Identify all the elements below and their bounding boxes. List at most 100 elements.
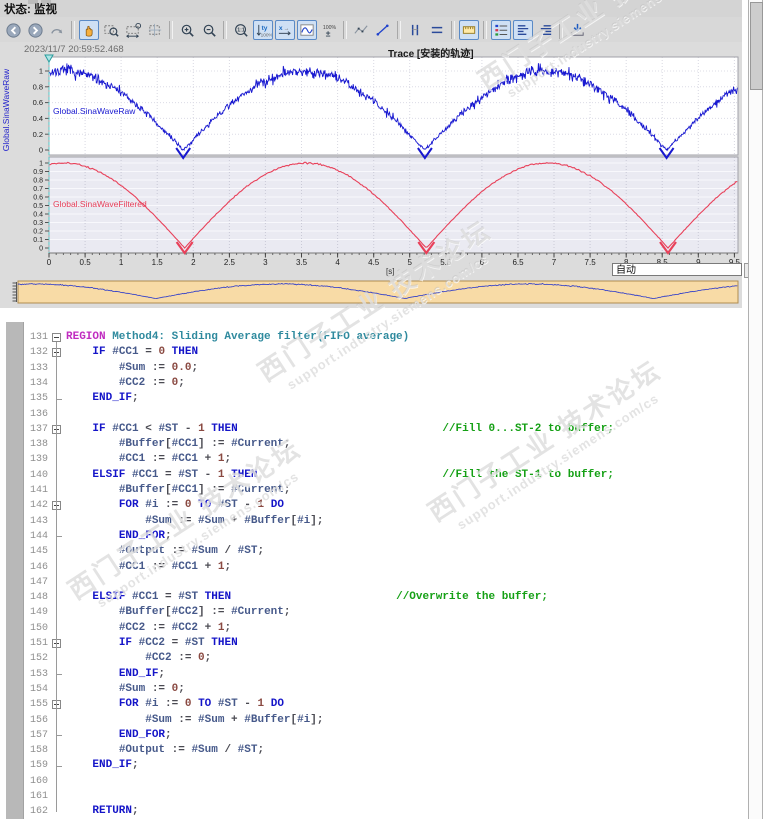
code-line[interactable]: 141 #Buffer[#CC1] := #Current; [0,483,742,499]
vertical-scrollbar[interactable] [748,0,763,819]
horizontal-cursors-icon[interactable] [427,20,447,40]
code-text: #Buffer[#CC1] := #Current; [118,438,291,451]
code-line[interactable]: 135 END_IF; [0,391,742,407]
fold-toggle[interactable] [52,639,61,648]
code-text: #CC2 := 0; [145,652,212,665]
toolbar-separator [397,21,401,39]
nav-forward-icon[interactable] [25,20,45,40]
code-line[interactable]: 139 #CC1 := #CC1 + 1; [0,452,742,468]
zoom-region-icon[interactable] [101,20,121,40]
line-number: 159 [29,760,48,772]
code-line[interactable]: 133 #Sum := 0.0; [0,361,742,377]
code-line[interactable]: 140 ELSIF #CC1 = #ST - 1 THEN //Fill the… [0,468,742,484]
legend-align-left-icon[interactable] [513,20,533,40]
svg-text:1: 1 [119,258,124,267]
pointer-mode-icon[interactable] [47,20,67,40]
code-line[interactable]: 144 END_FOR; [0,529,742,545]
code-line[interactable]: 143 #Sum := #Sum + #Buffer[#i]; [0,514,742,530]
code-text: #Sum := 0.0; [118,361,199,374]
code-line[interactable]: 155 FOR #i := 0 TO #ST - 1 DO [0,697,742,713]
code-line[interactable]: 145 #Output := #Sum / #ST; [0,544,742,560]
zoom-out-icon[interactable] [199,20,219,40]
code-text: #Sum := #Sum + #Buffer[#i]; [145,713,324,726]
code-line[interactable]: 131 REGION Method4: Sliding Average filte… [0,330,742,346]
zoom-free-icon[interactable] [145,20,165,40]
line-number: 145 [29,546,48,558]
svg-text:0.2: 0.2 [33,130,43,139]
svg-text:4: 4 [335,258,340,267]
line-number: 144 [29,530,48,542]
trace-toolbar: 1:1 ty 100% x → 100% ± [0,17,742,43]
zoom-original-icon[interactable]: 1:1 [231,20,251,40]
legend-icon[interactable] [491,20,511,40]
toolbar-separator [343,21,347,39]
svg-text:0: 0 [39,245,43,252]
line-number: 141 [29,485,48,496]
code-line[interactable]: 156 #Sum := #Sum + #Buffer[#i]; [0,713,742,729]
samples-line-icon[interactable] [351,20,371,40]
code-line[interactable]: 153 END_IF; [0,667,742,683]
code-line[interactable]: 148 ELSIF #CC1 = #ST THEN //Overwrite th… [0,590,742,606]
scale-x-auto-icon[interactable]: x → [275,20,295,40]
code-text: #Sum := #Sum + #Buffer[#i]; [145,514,324,527]
raw-plot-area[interactable] [49,57,738,155]
export-measurement-icon[interactable] [567,20,587,40]
fold-toggle[interactable] [52,348,61,358]
code-line[interactable]: 134 #CC2 := 0; [0,376,742,392]
code-line[interactable]: 162 RETURN; [0,804,742,819]
zoom-region-x-icon[interactable] [123,20,143,40]
code-line[interactable]: 147 [0,575,742,591]
code-line[interactable]: 151 IF #CC2 = #ST THEN [0,636,742,652]
code-text: #CC2 := #CC2 + 1; [118,621,232,634]
svg-text:0.3: 0.3 [33,220,43,227]
code-line[interactable]: 137 IF #CC1 < #ST - 1 THEN //Fill 0...ST… [0,422,742,438]
vertical-cursors-icon[interactable] [405,20,425,40]
line-number: 160 [29,775,48,787]
code-line[interactable]: 132 IF #CC1 = 0 THEN [0,345,742,361]
code-line[interactable]: 150 #CC2 := #CC2 + 1; [0,621,742,637]
fit-view-icon[interactable] [297,20,317,40]
pan-hand-icon[interactable] [79,20,99,40]
code-line[interactable]: 159 END_IF; [0,758,742,774]
snap-ruler-icon[interactable] [459,20,479,40]
fold-toggle[interactable] [52,700,61,710]
code-line[interactable]: 161 [0,789,742,805]
svg-text:→: → [283,26,289,32]
line-number: 136 [29,408,48,420]
scale-shift-icon[interactable]: 100% ± [319,20,339,40]
line-number: 149 [29,607,48,619]
line-number: 135 [29,393,48,405]
svg-text:5.5: 5.5 [440,258,452,267]
code-text: #Output := #Sum / #ST; [118,744,265,757]
code-line[interactable]: 136 [0,407,742,423]
code-line[interactable]: 160 [0,774,742,790]
scrollbar-thumb[interactable] [750,2,763,90]
line-number: 157 [29,729,48,741]
time-range-select[interactable]: 自动 [612,263,742,276]
code-text: ELSIF #CC1 = #ST - 1 THEN //Fill the ST-… [92,468,614,481]
trigger-timestamp: 2023/11/7 20:59:52.468 [24,44,124,55]
code-line[interactable]: 154 #Sum := 0; [0,682,742,698]
svg-text:0.7: 0.7 [33,186,43,193]
raw-series-label: Global.SinaWaveRaw [53,106,136,116]
code-line[interactable]: 157 END_FOR; [0,728,742,744]
fold-toggle[interactable] [52,501,61,511]
svg-text:2: 2 [191,258,196,267]
code-line[interactable]: 146 #CC1 := #CC1 + 1; [0,560,742,576]
svg-text:7.5: 7.5 [585,258,597,267]
scale-y-auto-icon[interactable]: ty 100% [253,20,273,40]
trace-overview[interactable] [17,280,739,304]
legend-align-right-icon[interactable] [535,20,555,40]
code-line[interactable]: 149 #Buffer[#CC2] := #Current; [0,605,742,621]
code-line[interactable]: 142 FOR #i := 0 TO #ST - 1 DO [0,498,742,514]
code-line[interactable]: 158 #Output := #Sum / #ST; [0,743,742,759]
code-text: END_FOR; [118,728,172,741]
code-line[interactable]: 152 #CC2 := 0; [0,651,742,667]
code-line[interactable]: 138 #Buffer[#CC1] := #Current; [0,437,742,453]
fold-toggle[interactable] [52,424,61,434]
svg-text:2.5: 2.5 [224,258,236,267]
interpolated-line-icon[interactable] [373,20,393,40]
fold-toggle[interactable] [52,333,61,342]
zoom-in-icon[interactable] [177,20,197,40]
nav-back-icon[interactable] [3,20,23,40]
